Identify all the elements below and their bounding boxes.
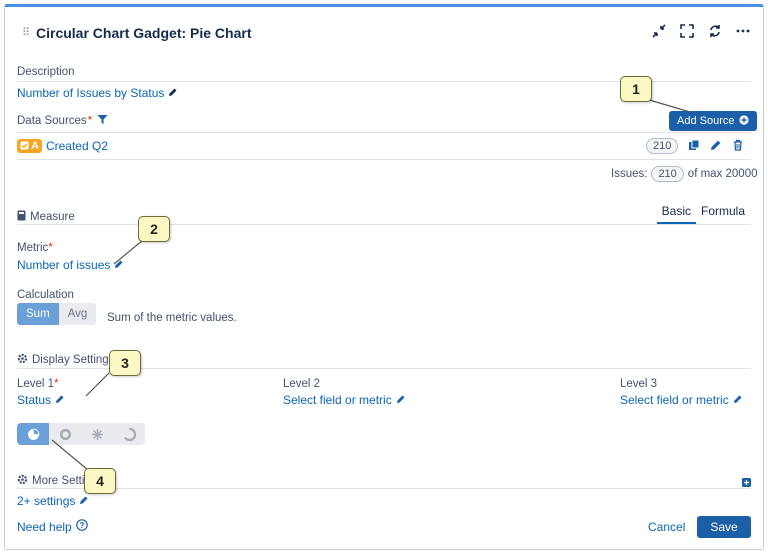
callout-3: 3 <box>109 350 141 376</box>
callout-1: 1 <box>620 76 652 102</box>
callout-4: 4 <box>84 468 116 494</box>
callout-2: 2 <box>138 216 170 242</box>
